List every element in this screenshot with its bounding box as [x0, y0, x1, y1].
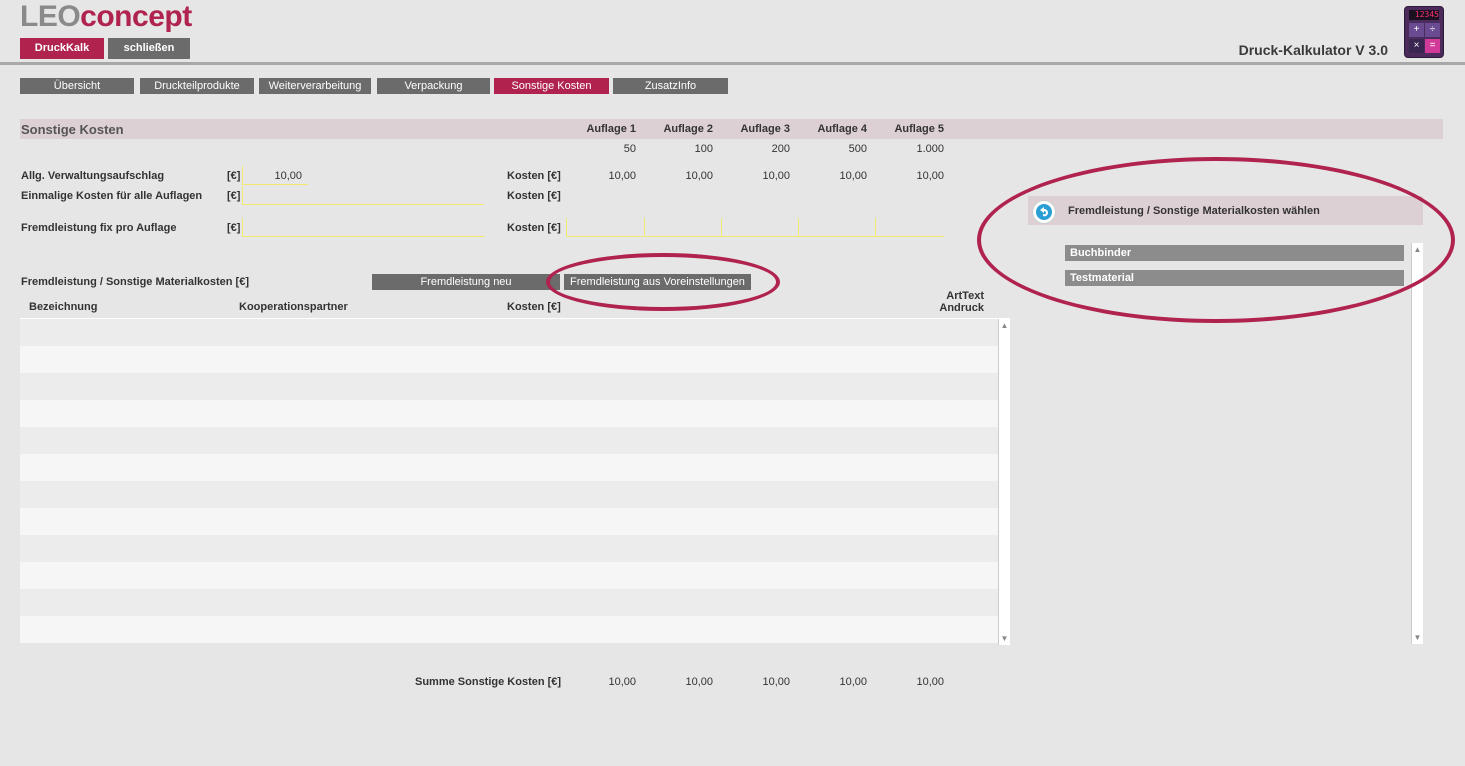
- section-title: Sonstige Kosten: [21, 122, 124, 137]
- list-item-buchbinder[interactable]: Buchbinder: [1065, 245, 1404, 261]
- calculator-display: 12345: [1409, 10, 1439, 20]
- tab-weiterverarbeitung[interactable]: Weiterverarbeitung: [259, 78, 371, 94]
- summe-2: 10,00: [685, 676, 713, 688]
- tab-sonstige-kosten[interactable]: Sonstige Kosten: [494, 78, 609, 94]
- multiply-key-icon: ×: [1409, 39, 1424, 53]
- plus-key-icon: +: [1409, 23, 1424, 37]
- col-arttext-line1: ArtText: [946, 290, 984, 302]
- leoconcept-logo: LEOconcept: [20, 2, 192, 32]
- summe-4: 10,00: [839, 676, 867, 688]
- right-panel-title: Fremdleistung / Sonstige Materialkosten …: [1068, 205, 1320, 217]
- logo-part-concept: concept: [80, 0, 192, 33]
- list-item-testmaterial[interactable]: Testmaterial: [1065, 270, 1404, 286]
- verwaltung-unit: [€]: [227, 170, 241, 182]
- einmalig-label: Einmalige Kosten für alle Auflagen: [21, 190, 203, 202]
- fremdleistung-table: [20, 319, 998, 645]
- divide-key-icon: ÷: [1425, 23, 1440, 37]
- einmalig-kosten-label: Kosten [€]: [507, 190, 561, 202]
- close-button[interactable]: schließen: [108, 38, 190, 59]
- fremd-fix-kosten-2[interactable]: [644, 218, 721, 237]
- scroll-up-icon[interactable]: ▲: [999, 321, 1010, 330]
- table-row[interactable]: [20, 454, 998, 481]
- fremd-fix-kosten-label: Kosten [€]: [507, 222, 561, 234]
- tab-uebersicht[interactable]: Übersicht: [20, 78, 134, 94]
- fremdleistung-label: Fremdleistung / Sonstige Materialkosten …: [21, 276, 249, 288]
- verwaltung-kosten-3: 10,00: [762, 170, 790, 182]
- verwaltung-kosten-2: 10,00: [685, 170, 713, 182]
- table-row[interactable]: [20, 400, 998, 427]
- einmalig-unit: [€]: [227, 190, 241, 202]
- scroll-down-icon[interactable]: ▼: [999, 634, 1010, 643]
- table-row[interactable]: [20, 373, 998, 400]
- auflage-3-header: Auflage 3: [740, 123, 790, 135]
- right-scroll-up-icon[interactable]: ▲: [1412, 245, 1423, 254]
- fremd-fix-kosten-4[interactable]: [798, 218, 875, 237]
- table-row[interactable]: [20, 427, 998, 454]
- back-arrow-icon[interactable]: [1032, 200, 1056, 224]
- tab-verpackung[interactable]: Verpackung: [377, 78, 490, 94]
- table-row[interactable]: [20, 508, 998, 535]
- fremd-fix-kosten-3[interactable]: [721, 218, 798, 237]
- table-row[interactable]: [20, 319, 998, 346]
- table-row[interactable]: [20, 589, 998, 616]
- auflage-1-header: Auflage 1: [586, 123, 636, 135]
- druckkalk-button[interactable]: DruckKalk: [20, 38, 104, 59]
- summe-3: 10,00: [762, 676, 790, 688]
- table-row[interactable]: [20, 562, 998, 589]
- fremd-fix-kosten-5[interactable]: [875, 218, 944, 237]
- quantity-1: 50: [623, 143, 636, 155]
- verwaltung-kosten-1: 10,00: [608, 170, 636, 182]
- auflage-5-header: Auflage 5: [894, 123, 944, 135]
- col-kooperationspartner: Kooperationspartner: [239, 301, 348, 313]
- einmalig-input[interactable]: [242, 186, 308, 205]
- right-list-scrollbar[interactable]: ▲ ▼: [1411, 243, 1423, 644]
- app-title: Druck-Kalkulator V 3.0: [1238, 42, 1388, 58]
- table-row[interactable]: [20, 481, 998, 508]
- verwaltung-kosten-label: Kosten [€]: [507, 170, 561, 182]
- right-scroll-down-icon[interactable]: ▼: [1412, 633, 1423, 642]
- highlight-ellipse-right-panel: [977, 157, 1455, 323]
- logo-part-leo: LEO: [20, 0, 81, 33]
- table-row[interactable]: [20, 346, 998, 373]
- tab-zusatzinfo[interactable]: ZusatzInfo: [613, 78, 728, 94]
- fremd-fix-label: Fremdleistung fix pro Auflage: [21, 222, 177, 234]
- verwaltung-label: Allg. Verwaltungsaufschlag: [21, 170, 165, 182]
- quantity-5: 1.000: [916, 143, 944, 155]
- verwaltung-kosten-4: 10,00: [839, 170, 867, 182]
- fremd-fix-kosten-1[interactable]: [566, 218, 643, 237]
- tab-druckteilprodukte[interactable]: Druckteilprodukte: [140, 78, 254, 94]
- summe-1: 10,00: [608, 676, 636, 688]
- fremdleistung-new-button[interactable]: Fremdleistung neu: [372, 274, 560, 290]
- summe-label: Summe Sonstige Kosten [€]: [415, 676, 562, 688]
- quantity-4: 500: [848, 143, 867, 155]
- header-divider: [0, 62, 1465, 65]
- table-scrollbar[interactable]: ▲ ▼: [998, 319, 1010, 645]
- summe-5: 10,00: [916, 676, 944, 688]
- fremdleistung-presets-button[interactable]: Fremdleistung aus Voreinstellungen: [564, 274, 751, 290]
- col-bezeichnung: Bezeichnung: [29, 301, 98, 313]
- fremd-fix-input[interactable]: [242, 218, 485, 237]
- quantity-2: 100: [694, 143, 713, 155]
- table-row[interactable]: [20, 616, 998, 643]
- verwaltung-kosten-5: 10,00: [916, 170, 944, 182]
- col-kosten: Kosten [€]: [507, 301, 561, 313]
- calculator-icon: 12345 + ÷ × =: [1404, 6, 1444, 58]
- auflage-4-header: Auflage 4: [817, 123, 867, 135]
- col-arttext-line2: Andruck: [939, 302, 984, 314]
- table-row[interactable]: [20, 535, 998, 562]
- verwaltung-value: 10,00: [274, 170, 302, 182]
- quantity-3: 200: [771, 143, 790, 155]
- fremd-fix-unit: [€]: [227, 222, 241, 234]
- einmalig-underline: [306, 204, 484, 205]
- auflage-2-header: Auflage 2: [663, 123, 713, 135]
- col-arttext: ArtText Andruck: [930, 290, 984, 314]
- equals-key-icon: =: [1425, 39, 1440, 53]
